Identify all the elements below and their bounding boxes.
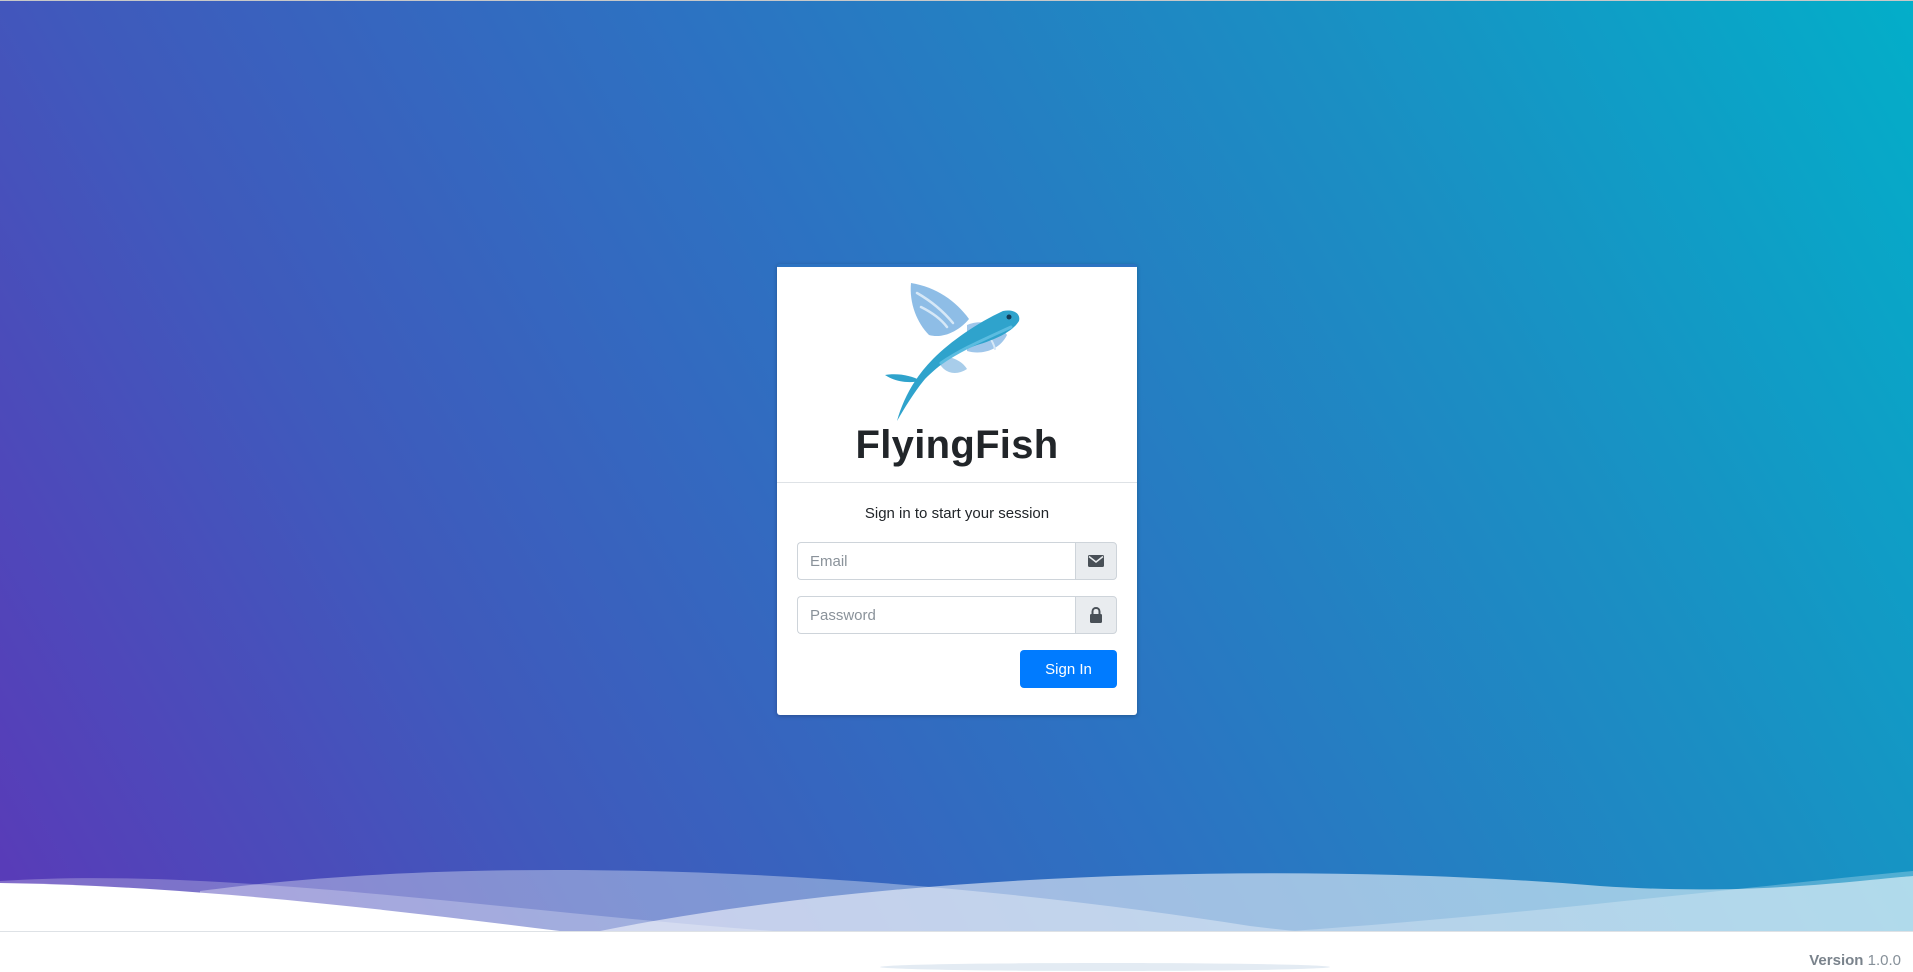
envelope-icon bbox=[1088, 555, 1104, 567]
page-footer: Version 1.0.0 bbox=[0, 931, 1913, 972]
password-addon bbox=[1075, 596, 1117, 634]
password-input[interactable] bbox=[797, 596, 1075, 634]
login-card-body: Sign in to start your session Email Sign… bbox=[777, 483, 1137, 688]
flying-fish-logo-icon bbox=[885, 283, 1020, 421]
login-card: FlyingFish Sign in to start your session bbox=[777, 264, 1137, 715]
login-box-message: Sign in to start your session bbox=[864, 505, 1050, 522]
login-card-header: FlyingFish bbox=[777, 267, 1137, 483]
login-form: Sign In bbox=[797, 542, 1117, 688]
lock-icon bbox=[1090, 607, 1102, 623]
wave-decoration bbox=[0, 869, 1913, 931]
email-input[interactable] bbox=[797, 542, 1075, 580]
submit-row: Sign In bbox=[797, 650, 1117, 688]
version-label: Version bbox=[1809, 952, 1864, 969]
sign-in-button[interactable]: Sign In bbox=[1020, 650, 1117, 688]
footer-shadow-decoration bbox=[880, 963, 1330, 971]
password-input-group bbox=[797, 596, 1117, 634]
email-addon bbox=[1075, 542, 1117, 580]
version-info: Version 1.0.0 bbox=[1809, 952, 1901, 969]
version-number: 1.0.0 bbox=[1867, 952, 1901, 969]
email-input-group bbox=[797, 542, 1117, 580]
brand-title: FlyingFish bbox=[855, 423, 1059, 467]
